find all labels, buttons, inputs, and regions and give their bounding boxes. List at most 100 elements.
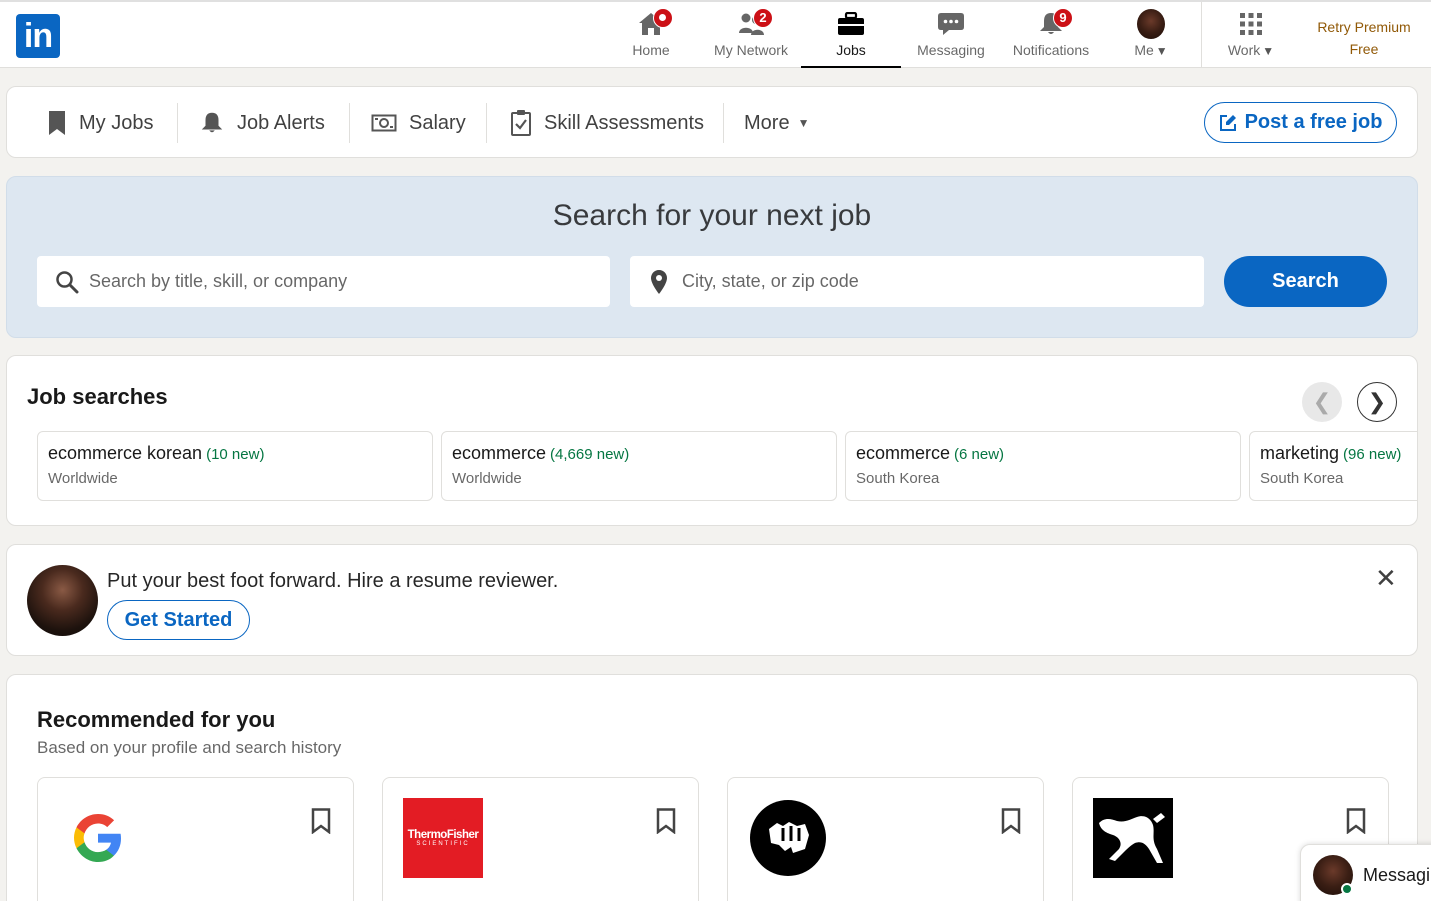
recommended-jobs-card: Recommended for you Based on your profil… bbox=[6, 674, 1418, 901]
search-icon bbox=[56, 270, 79, 293]
money-icon bbox=[371, 114, 397, 132]
messaging-overlay[interactable]: Messaging bbox=[1300, 844, 1431, 901]
nav-jobs[interactable]: Jobs bbox=[801, 2, 901, 68]
bookmark-icon[interactable] bbox=[1346, 808, 1366, 834]
nav-me-label-wrap: Me ▼ bbox=[1101, 42, 1201, 58]
skill-assessments-link[interactable]: Skill Assessments bbox=[510, 103, 704, 143]
thermofisher-logo-text: ThermoFisher bbox=[407, 829, 479, 841]
global-nav: in Home 2 My Network Jobs Messaging 9 No… bbox=[0, 0, 1431, 68]
job-search-query: ecommerce korean bbox=[48, 443, 203, 463]
nav-label: Notifications bbox=[1012, 42, 1090, 58]
bell-icon: 9 bbox=[1037, 8, 1073, 38]
get-started-button[interactable]: Get Started bbox=[107, 600, 250, 640]
job-search-item[interactable]: ecommerce korean (10 new) Worldwide bbox=[37, 431, 433, 501]
salary-label: Salary bbox=[409, 111, 466, 134]
network-badge: 2 bbox=[753, 8, 773, 28]
job-alerts-label: Job Alerts bbox=[237, 111, 325, 134]
recommended-subtitle: Based on your profile and search history bbox=[37, 738, 342, 757]
job-search-item[interactable]: ecommerce (6 new) South Korea bbox=[845, 431, 1241, 501]
promo-text: Put your best foot forward. Hire a resum… bbox=[107, 570, 559, 592]
premium-line2: Free bbox=[1349, 41, 1379, 57]
search-button[interactable]: Search bbox=[1224, 256, 1387, 307]
carousel-next-button[interactable]: ❯ bbox=[1357, 382, 1397, 422]
nav-me[interactable]: Me ▼ bbox=[1101, 2, 1201, 68]
job-search-new-count: (6 new) bbox=[954, 446, 1005, 463]
my-jobs-link[interactable]: My Jobs bbox=[47, 103, 153, 143]
nav-label: Home bbox=[632, 42, 670, 58]
keyword-search-box[interactable] bbox=[37, 256, 610, 307]
edit-icon bbox=[1219, 114, 1236, 131]
job-card[interactable] bbox=[37, 777, 354, 901]
riot-fist-logo bbox=[748, 798, 828, 878]
caret-down-icon: ▼ bbox=[797, 116, 810, 130]
puma-logo bbox=[1093, 798, 1173, 878]
job-search-query: ecommerce bbox=[452, 443, 547, 463]
chevron-left-icon: ❮ bbox=[1312, 389, 1332, 414]
subnav-divider bbox=[177, 103, 178, 143]
nav-my-network[interactable]: 2 My Network bbox=[701, 2, 801, 68]
job-search-location: Worldwide bbox=[48, 470, 118, 487]
more-label: More bbox=[744, 111, 790, 134]
job-search-item[interactable]: ecommerce (4,669 new) Worldwide bbox=[441, 431, 837, 501]
chevron-right-icon: ❯ bbox=[1367, 389, 1387, 414]
network-icon: 2 bbox=[737, 8, 773, 38]
nav-messaging[interactable]: Messaging bbox=[901, 2, 1001, 68]
caret-down-icon: ▼ bbox=[1155, 44, 1168, 58]
clipboard-check-icon bbox=[511, 110, 531, 136]
job-search-query: ecommerce bbox=[856, 443, 951, 463]
job-searches-card: Job searches ❮ ❯ ecommerce korean (10 new… bbox=[6, 355, 1418, 526]
me-avatar bbox=[1137, 9, 1165, 39]
nav-label: Me bbox=[1134, 42, 1154, 58]
location-pin-icon bbox=[651, 269, 667, 294]
job-search-location: South Korea bbox=[1260, 470, 1344, 487]
location-search-box[interactable] bbox=[630, 256, 1204, 307]
job-search-panel: Search for your next job Search bbox=[6, 176, 1418, 338]
bookmark-icon bbox=[49, 111, 65, 135]
nav-label: Messaging bbox=[917, 42, 985, 58]
linkedin-logo[interactable]: in bbox=[16, 14, 60, 58]
nav-work-label-wrap: Work ▼ bbox=[1201, 42, 1301, 58]
subnav-divider bbox=[723, 103, 724, 143]
nav-home[interactable]: Home bbox=[601, 2, 701, 68]
more-dropdown[interactable]: More ▼ bbox=[744, 103, 809, 143]
job-alerts-link[interactable]: Job Alerts bbox=[199, 103, 325, 143]
caret-down-icon: ▼ bbox=[1262, 44, 1275, 58]
thermofisher-logo-subtext: SCIENTIFIC bbox=[416, 841, 470, 847]
job-card[interactable]: ThermoFisher SCIENTIFIC bbox=[382, 777, 699, 901]
google-logo bbox=[58, 798, 138, 878]
search-title: Search for your next job bbox=[552, 199, 872, 232]
close-icon[interactable]: ✕ bbox=[1375, 563, 1397, 594]
messaging-label: Messaging bbox=[1363, 865, 1431, 885]
job-searches-title: Job searches bbox=[27, 384, 168, 409]
retry-premium-link[interactable]: Retry Premium Free bbox=[1306, 16, 1422, 60]
bookmark-icon[interactable] bbox=[311, 808, 331, 834]
online-status-dot bbox=[1341, 883, 1353, 895]
job-search-query-row: ecommerce (4,669 new) bbox=[452, 443, 826, 464]
avatar bbox=[27, 565, 98, 636]
bookmark-icon[interactable] bbox=[1001, 808, 1021, 834]
post-free-job-button[interactable]: Post a free job bbox=[1204, 102, 1397, 143]
bell-icon bbox=[201, 112, 223, 133]
job-search-query-row: marketing (96 new) bbox=[1260, 443, 1417, 464]
job-search-query-row: ecommerce korean (10 new) bbox=[48, 443, 422, 464]
bookmark-icon[interactable] bbox=[656, 808, 676, 834]
post-free-job-label: Post a free job bbox=[1244, 111, 1383, 133]
job-search-new-count: (10 new) bbox=[206, 446, 265, 463]
subnav-divider bbox=[486, 103, 487, 143]
recommended-title: Recommended for you bbox=[37, 707, 276, 732]
job-search-item[interactable]: marketing (96 new) South Korea bbox=[1249, 431, 1417, 501]
nav-work[interactable]: Work ▼ bbox=[1201, 2, 1301, 68]
skill-assessments-label: Skill Assessments bbox=[544, 111, 705, 134]
home-badge bbox=[653, 8, 673, 28]
location-search-input[interactable] bbox=[682, 271, 1204, 292]
nav-label: My Network bbox=[714, 42, 788, 58]
keyword-search-input[interactable] bbox=[89, 271, 610, 292]
job-search-query: marketing bbox=[1260, 443, 1340, 463]
job-search-new-count: (4,669 new) bbox=[550, 446, 630, 463]
nav-notifications[interactable]: 9 Notifications bbox=[1001, 2, 1101, 68]
salary-link[interactable]: Salary bbox=[371, 103, 466, 143]
premium-line1: Retry Premium bbox=[1317, 19, 1411, 35]
carousel-prev-button[interactable]: ❮ bbox=[1302, 382, 1342, 422]
job-search-location: Worldwide bbox=[452, 470, 522, 487]
job-card[interactable] bbox=[727, 777, 1044, 901]
